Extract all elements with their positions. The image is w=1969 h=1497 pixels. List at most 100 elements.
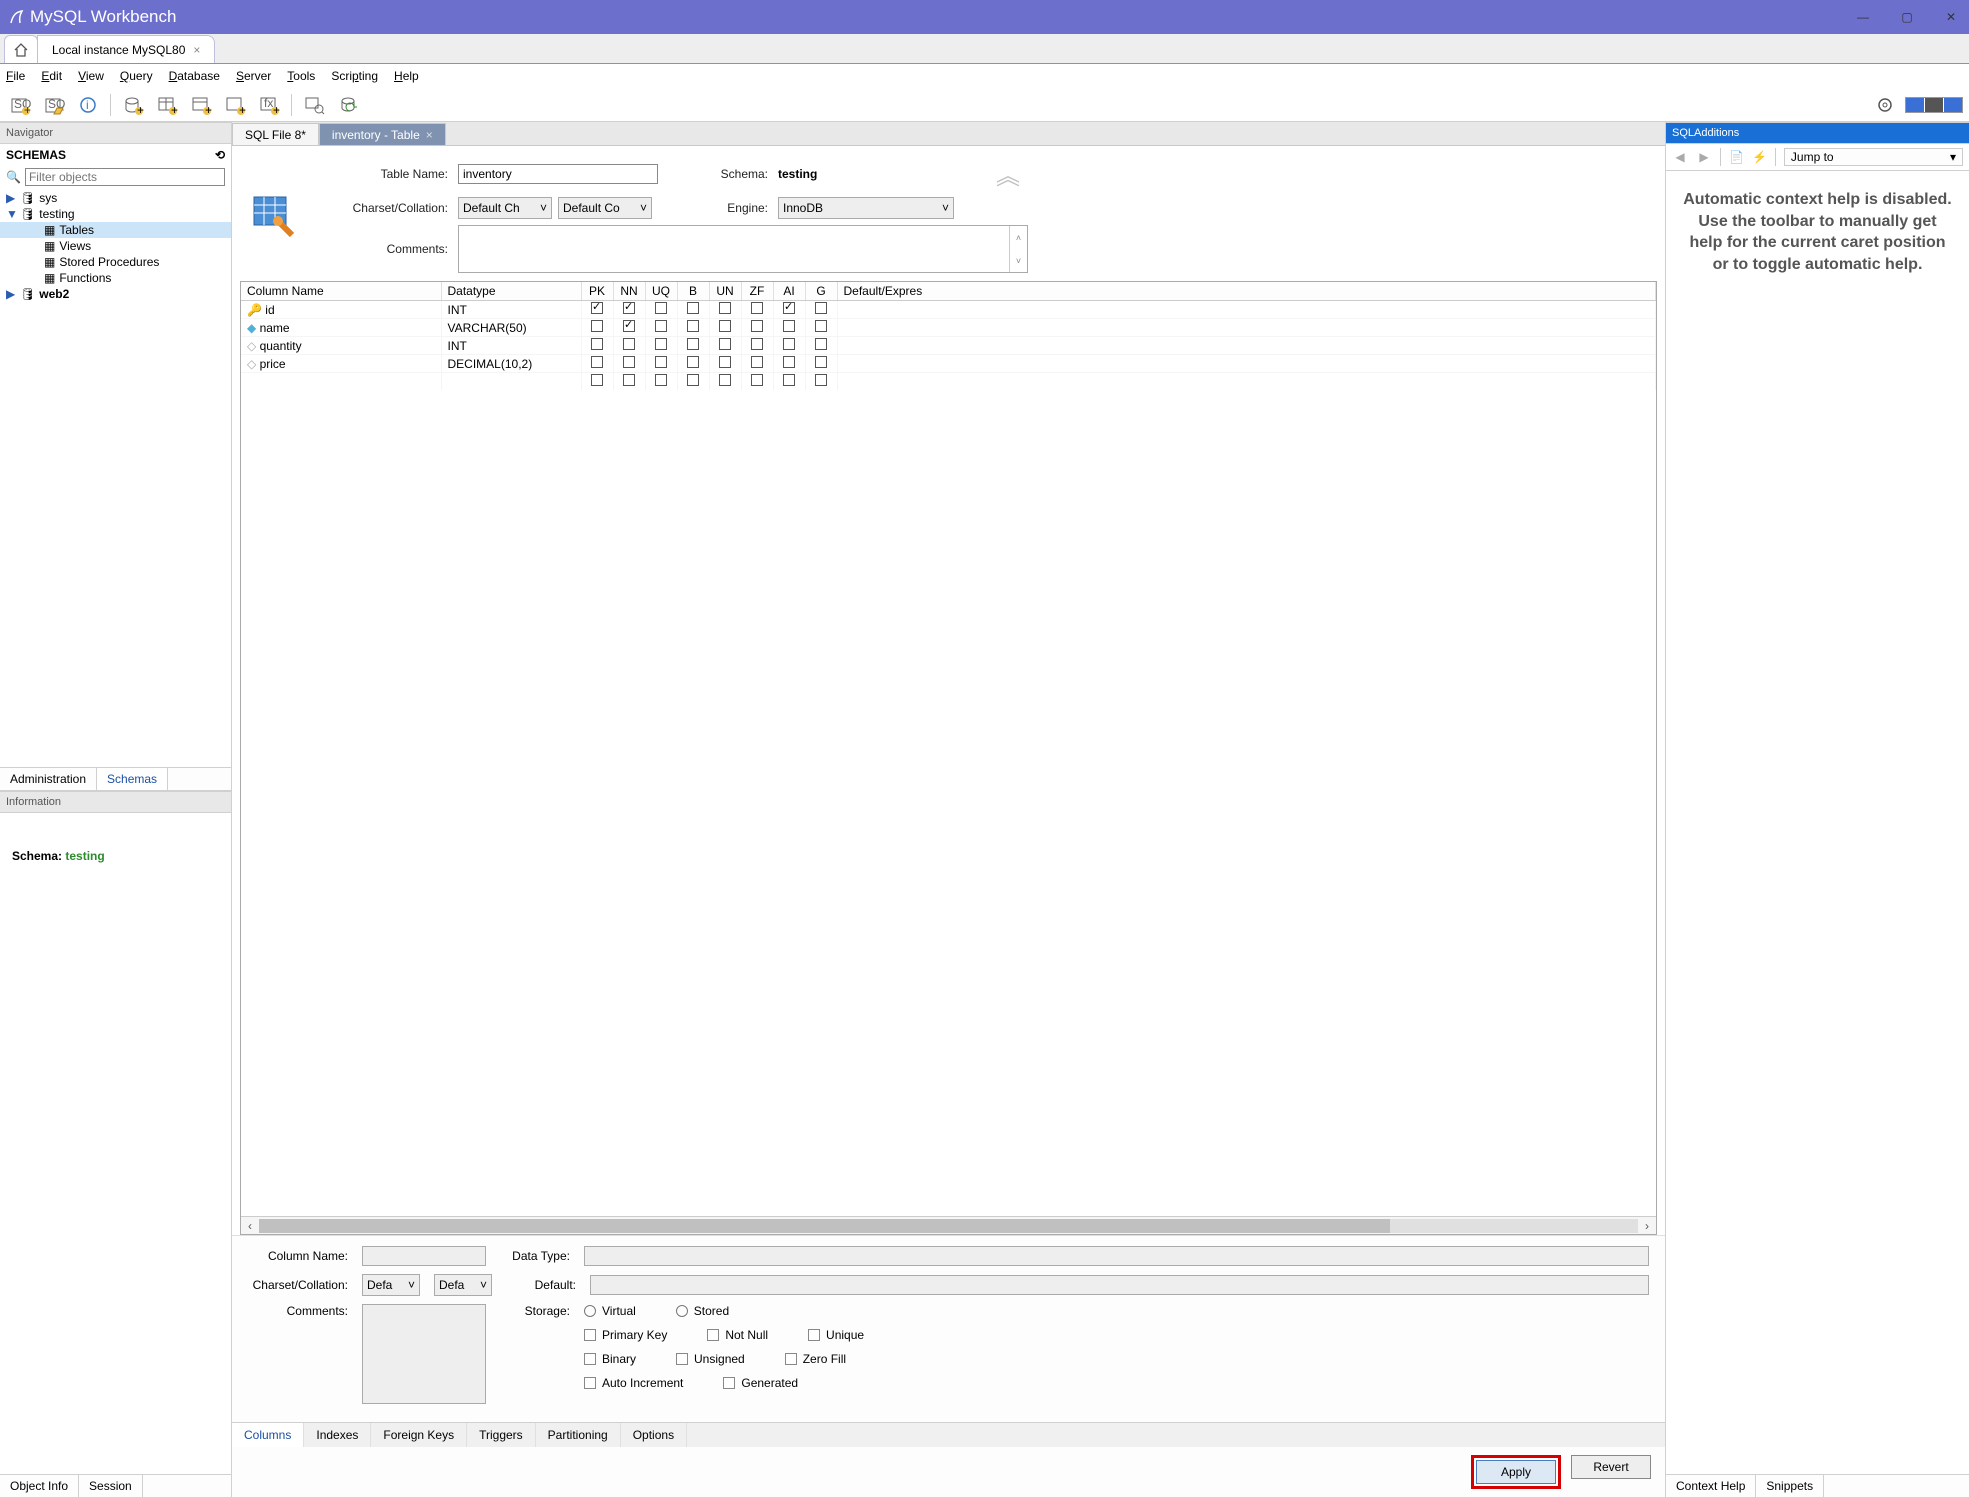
checkbox-nn[interactable] [623,338,635,350]
tab-schemas[interactable]: Schemas [97,768,168,790]
menu-help[interactable]: Help [394,69,419,83]
col-header-default[interactable]: Default/Expres [837,282,1656,301]
menu-edit[interactable]: Edit [41,69,62,83]
checkbox-ai[interactable] [783,320,795,332]
collapse-chevron-icon[interactable]: ︽ [988,156,1028,191]
connection-tab[interactable]: Local instance MySQL80 × [37,35,215,63]
close-tab-icon[interactable]: × [426,128,433,142]
apply-button[interactable]: Apply [1476,1460,1556,1484]
col-header-zf[interactable]: ZF [741,282,773,301]
checkbox-g[interactable] [815,320,827,332]
checkbox-pk[interactable] [591,338,603,350]
checkbox-b[interactable] [687,374,699,386]
checkbox-pk[interactable] [591,302,603,314]
checkbox-zf[interactable] [751,356,763,368]
editor-tab-sqlfile[interactable]: SQL File 8* [232,123,319,145]
auto-help-icon[interactable]: ⚡ [1752,150,1767,164]
checkbox-nn[interactable] [623,302,635,314]
checkbox-un[interactable] [719,302,731,314]
checkbox-zf[interactable] [751,320,763,332]
checkbox-b[interactable] [687,320,699,332]
detail-charset-select[interactable]: Defa˅ [362,1274,420,1296]
menu-file[interactable]: File [6,69,25,83]
panel-layout-toggle[interactable] [1905,97,1963,113]
menu-scripting[interactable]: Scripting [331,69,378,83]
open-sql-icon[interactable]: SQL [40,91,68,119]
search-table-icon[interactable] [300,91,328,119]
detail-comments-input[interactable] [362,1304,486,1404]
checkbox-pk[interactable] [591,374,603,386]
collation-select[interactable]: Default Co˅ [558,197,652,219]
table-name-input[interactable] [458,164,658,184]
menu-tools[interactable]: Tools [287,69,315,83]
col-header-pk[interactable]: PK [581,282,613,301]
checkbox-ai[interactable] [783,374,795,386]
menu-query[interactable]: Query [120,69,153,83]
chk-unique[interactable]: Unique [808,1328,864,1342]
col-header-name[interactable]: Column Name [241,282,441,301]
checkbox-zf[interactable] [751,338,763,350]
chk-primary-key[interactable]: Primary Key [584,1328,667,1342]
refresh-icon[interactable]: ⟲ [215,148,225,162]
minimize-icon[interactable]: — [1853,10,1873,24]
help-icon[interactable]: 📄 [1729,150,1744,164]
charset-select[interactable]: Default Ch˅ [458,197,552,219]
checkbox-uq[interactable] [655,320,667,332]
col-header-uq[interactable]: UQ [645,282,677,301]
tab-options[interactable]: Options [621,1423,687,1447]
checkbox-un[interactable] [719,374,731,386]
tree-item-stored-procedures[interactable]: ▦Stored Procedures [0,254,231,270]
checkbox-ai[interactable] [783,356,795,368]
tree-item-views[interactable]: ▦Views [0,238,231,254]
chk-generated[interactable]: Generated [723,1376,798,1390]
checkbox-pk[interactable] [591,320,603,332]
tab-indexes[interactable]: Indexes [304,1423,371,1447]
checkbox-un[interactable] [719,356,731,368]
checkbox-nn[interactable] [623,356,635,368]
engine-select[interactable]: InnoDB˅ [778,197,954,219]
checkbox-zf[interactable] [751,302,763,314]
checkbox-g[interactable] [815,338,827,350]
editor-tab-inventory[interactable]: inventory - Table× [319,123,446,145]
create-view-icon[interactable]: + [187,91,215,119]
checkbox-uq[interactable] [655,356,667,368]
checkbox-pk[interactable] [591,356,603,368]
chk-binary[interactable]: Binary [584,1352,636,1366]
horizontal-scrollbar[interactable]: ‹› [241,1216,1656,1234]
detail-datatype-input[interactable] [584,1246,1649,1266]
filter-objects-input[interactable] [25,168,225,186]
tree-item-functions[interactable]: ▦Functions [0,270,231,286]
tab-partitioning[interactable]: Partitioning [536,1423,621,1447]
checkbox-nn[interactable] [623,374,635,386]
checkbox-g[interactable] [815,374,827,386]
tab-snippets[interactable]: Snippets [1756,1475,1824,1497]
menu-view[interactable]: View [78,69,104,83]
column-row[interactable]: ◆ nameVARCHAR(50) [241,319,1656,337]
tab-foreign-keys[interactable]: Foreign Keys [371,1423,467,1447]
tab-context-help[interactable]: Context Help [1666,1475,1756,1497]
create-schema-icon[interactable]: + [119,91,147,119]
menu-server[interactable]: Server [236,69,271,83]
create-table-icon[interactable]: + [153,91,181,119]
checkbox-ai[interactable] [783,302,795,314]
maximize-icon[interactable]: ▢ [1897,10,1917,24]
column-row[interactable]: ◇ priceDECIMAL(10,2) [241,355,1656,373]
checkbox-uq[interactable] [655,338,667,350]
tree-item-sys[interactable]: ▶🛢sys [0,190,231,206]
jump-to-select[interactable]: Jump to▾ [1784,148,1963,166]
settings-gear-icon[interactable] [1871,91,1899,119]
checkbox-ai[interactable] [783,338,795,350]
col-header-g[interactable]: G [805,282,837,301]
detail-default-input[interactable] [590,1275,1649,1295]
checkbox-uq[interactable] [655,374,667,386]
checkbox-zf[interactable] [751,374,763,386]
column-row-empty[interactable] [241,373,1656,391]
chk-zero-fill[interactable]: Zero Fill [785,1352,846,1366]
col-header-ai[interactable]: AI [773,282,805,301]
col-header-datatype[interactable]: Datatype [441,282,581,301]
tab-administration[interactable]: Administration [0,768,97,790]
detail-collation-select[interactable]: Defa˅ [434,1274,492,1296]
tab-session[interactable]: Session [79,1475,143,1497]
close-icon[interactable]: ✕ [1941,10,1961,24]
menu-database[interactable]: Database [169,69,220,83]
